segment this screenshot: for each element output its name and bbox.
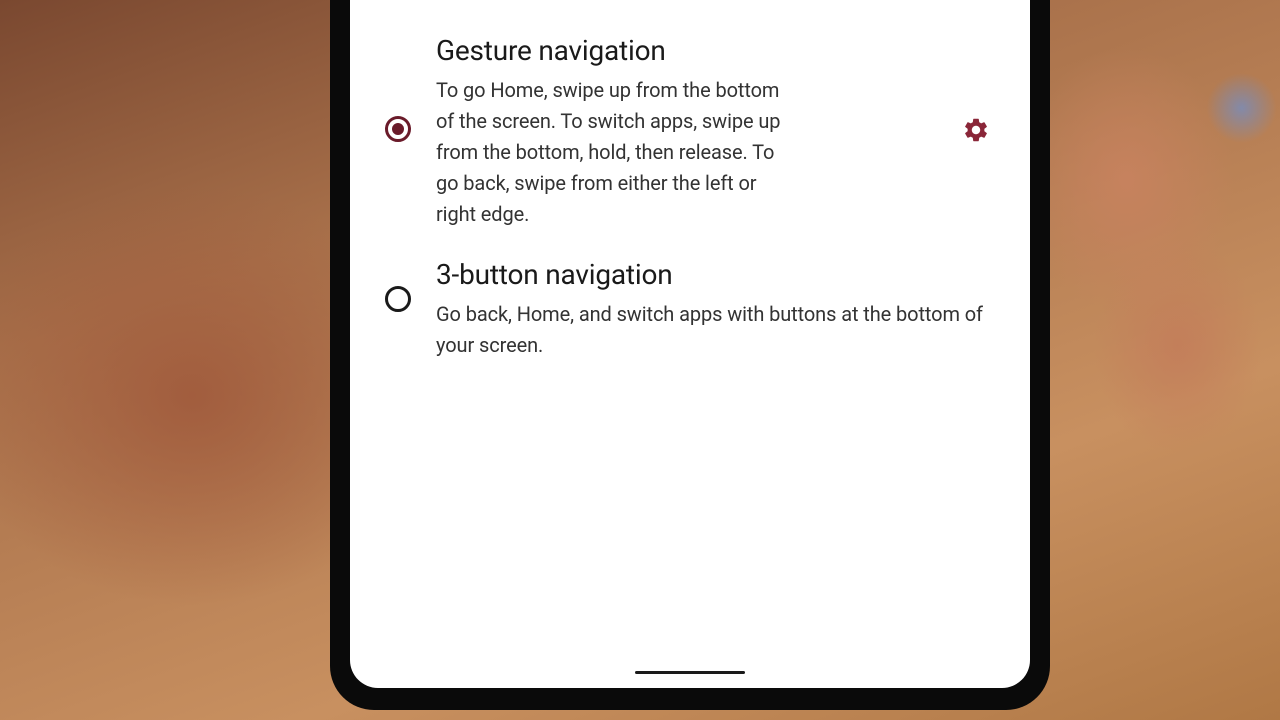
radio-gesture-navigation[interactable]	[385, 116, 411, 142]
option-title-gesture: Gesture navigation	[436, 34, 932, 67]
option-title-three-button: 3-button navigation	[436, 258, 1000, 291]
gesture-nav-handle[interactable]	[635, 671, 745, 674]
option-text-column: 3-button navigation Go back, Home, and s…	[436, 258, 1000, 361]
gear-icon[interactable]	[962, 116, 990, 144]
nav-option-three-button[interactable]: 3-button navigation Go back, Home, and s…	[380, 244, 1000, 375]
settings-column	[952, 34, 1000, 144]
option-text-column: Gesture navigation To go Home, swipe up …	[436, 34, 932, 230]
option-description-three-button: Go back, Home, and switch apps with butt…	[436, 299, 1000, 361]
phone-device: Gesture navigation To go Home, swipe up …	[330, 0, 1050, 710]
radio-three-button-navigation[interactable]	[385, 286, 411, 312]
radio-column	[380, 258, 416, 312]
option-description-gesture: To go Home, swipe up from the bottom of …	[436, 75, 796, 230]
phone-bezel: Gesture navigation To go Home, swipe up …	[330, 0, 1050, 710]
settings-screen: Gesture navigation To go Home, swipe up …	[350, 0, 1030, 688]
radio-column	[380, 34, 416, 142]
nav-option-gesture[interactable]: Gesture navigation To go Home, swipe up …	[380, 20, 1000, 244]
